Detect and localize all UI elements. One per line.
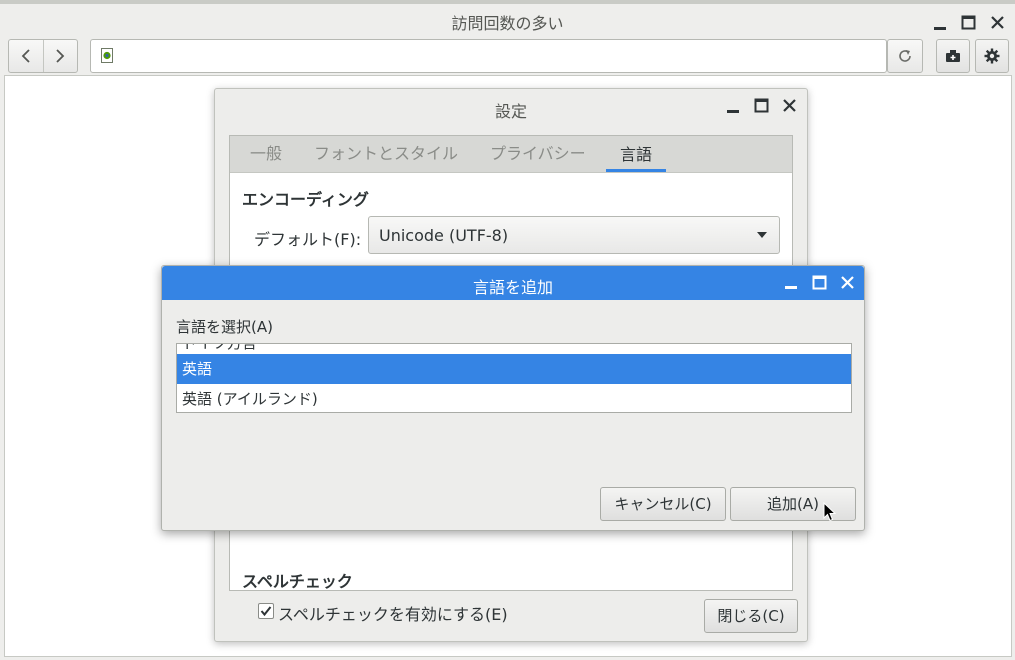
spellcheck-checkbox[interactable]: [258, 603, 274, 619]
cancel-button[interactable]: キャンセル(C): [600, 487, 726, 521]
settings-tab-bar: 一般 フォントとスタイル プライバシー 言語: [230, 136, 792, 173]
tab-language[interactable]: 言語: [606, 136, 667, 172]
select-language-label: 言語を選択(A): [176, 318, 273, 336]
settings-dialog-title: 設定: [494, 102, 527, 121]
settings-button[interactable]: [975, 39, 1009, 73]
minimize-icon: [785, 286, 797, 289]
default-encoding-select[interactable]: Unicode (UTF-8): [368, 216, 780, 254]
page-icon: [101, 48, 113, 63]
maximize-icon: [754, 98, 768, 112]
maximize-button[interactable]: [956, 10, 980, 34]
forward-button[interactable]: [42, 40, 78, 72]
chevron-left-icon: [21, 49, 30, 63]
url-bar[interactable]: [90, 39, 887, 73]
add-language-dialog: 言語を追加 言語を選択(A) ドイツ方言 英語 英語 (アイルランド) キャンセ…: [161, 265, 865, 531]
settings-minimize-button[interactable]: [721, 95, 745, 119]
spellcheck-label[interactable]: スペルチェックを有効にする(E): [278, 601, 508, 625]
default-encoding-value: Unicode (UTF-8): [379, 226, 509, 245]
add-language-maximize-button[interactable]: [807, 270, 831, 294]
settings-maximize-button[interactable]: [749, 93, 773, 117]
encoding-heading: エンコーディング: [242, 190, 369, 209]
minimize-icon: [934, 27, 946, 30]
reload-button[interactable]: [887, 39, 923, 73]
spellcheck-heading: スペルチェック: [242, 572, 353, 591]
minimize-icon: [727, 110, 739, 113]
close-icon: [990, 15, 1004, 29]
minimize-button[interactable]: [928, 12, 952, 36]
mouse-pointer-icon: [823, 502, 837, 522]
checkmark-icon: [260, 606, 272, 617]
language-list[interactable]: ドイツ方言 英語 英語 (アイルランド): [176, 343, 852, 413]
maximize-icon: [961, 15, 975, 29]
default-encoding-label: デフォルト(F):: [254, 230, 362, 249]
close-window-button[interactable]: [985, 10, 1009, 34]
back-button[interactable]: [9, 40, 43, 72]
close-icon: [840, 275, 854, 289]
tab-privacy[interactable]: プライバシー: [490, 136, 586, 172]
tab-fonts-and-style[interactable]: フォントとスタイル: [314, 136, 458, 172]
reload-icon: [899, 50, 911, 62]
window-top-strip: [0, 0, 1015, 4]
add-language-minimize-button[interactable]: [779, 271, 803, 295]
tab-general[interactable]: 一般: [250, 136, 282, 172]
bookmark-add-icon: [946, 50, 960, 62]
add-language-header: 言語を追加: [162, 266, 864, 300]
navigation-buttons: [8, 39, 78, 73]
gear-icon: [984, 48, 1000, 64]
maximize-icon: [812, 275, 826, 289]
settings-close-window-button[interactable]: [777, 93, 801, 117]
list-item-selected[interactable]: 英語: [177, 354, 851, 384]
bookmark-button[interactable]: [936, 39, 970, 73]
add-language-close-window-button[interactable]: [835, 270, 859, 294]
chevron-right-icon: [56, 49, 65, 63]
dropdown-arrow-icon: [757, 232, 767, 238]
close-settings-button[interactable]: 閉じる(C): [704, 599, 798, 633]
close-icon: [782, 98, 796, 112]
add-language-title: 言語を追加: [472, 278, 553, 297]
browser-window-title: 訪問回数の多い: [451, 14, 564, 33]
add-button[interactable]: 追加(A): [730, 487, 856, 521]
list-item[interactable]: 英語 (アイルランド): [177, 384, 851, 412]
